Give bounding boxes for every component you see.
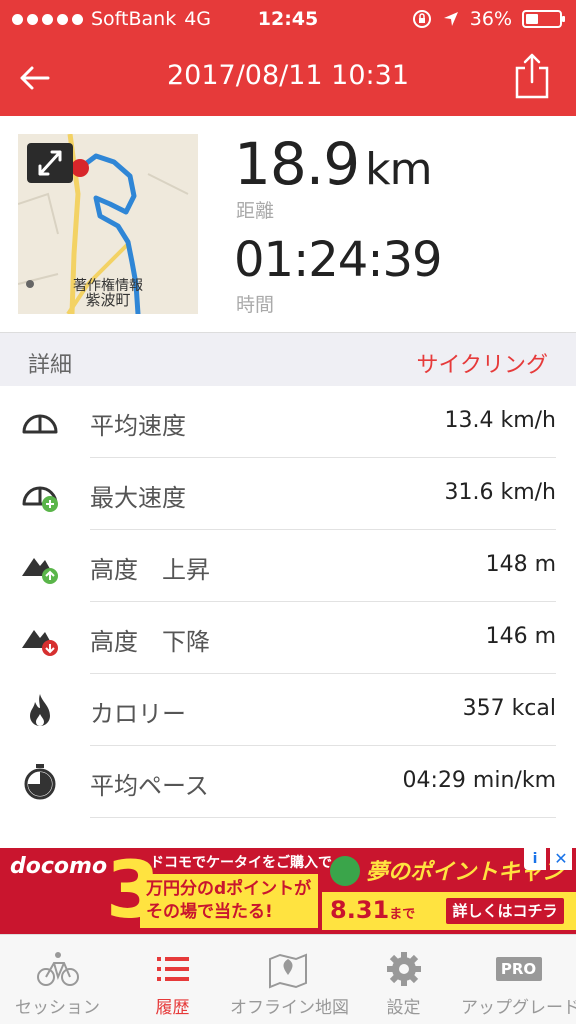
detail-label: 高度 下降	[90, 628, 210, 656]
ad-banner[interactable]: docomo 3 ドコモでケータイをご購入で 万円分のdポイントが その場で当た…	[0, 848, 576, 934]
detail-value: 13.4 km/h	[444, 408, 556, 433]
detail-row-calories: カロリー 357 kcal	[0, 674, 576, 746]
stopwatch-icon	[24, 764, 56, 800]
detail-list[interactable]: 平均速度 13.4 km/h 最大速度 31.6 km/h 高度 上昇 148 …	[0, 386, 576, 848]
tab-session[interactable]: セッション	[0, 935, 115, 1024]
expand-icon	[38, 150, 62, 176]
route-map[interactable]: 著作権情報 紫波町	[18, 134, 198, 314]
speedometer-icon	[22, 414, 58, 434]
map-place-label: 紫波町	[85, 291, 131, 309]
time-label: 時間	[236, 294, 275, 316]
tab-bar: セッション 履歴 オフライン地図 設定 PRO アップグレード	[0, 934, 576, 1024]
ad-offer-line1: 万円分のdポイントが	[146, 879, 312, 899]
list-icon	[156, 957, 189, 981]
nav-bar: 2017/08/11 10:31	[0, 40, 576, 116]
tab-history[interactable]: 履歴	[115, 935, 230, 1024]
ad-info-icon[interactable]: i	[524, 848, 546, 870]
map-pin-icon	[269, 953, 307, 989]
pro-badge-icon: PRO	[495, 957, 542, 981]
detail-label: 平均速度	[90, 412, 186, 440]
battery-percent: 36%	[469, 8, 512, 30]
detail-value: 04:29 min/km	[402, 768, 556, 793]
detail-header: 詳細 サイクリング	[0, 332, 576, 386]
detail-label: 高度 上昇	[90, 556, 210, 584]
tab-label: 履歴	[155, 998, 190, 1018]
ad-close-icon[interactable]: ✕	[550, 848, 572, 870]
mountain-up-icon	[22, 558, 58, 584]
tab-label: アップグレード	[461, 998, 576, 1018]
detail-value: 31.6 km/h	[444, 480, 556, 505]
ad-badge-icon	[330, 856, 360, 886]
ad-offer-box: 万円分のdポイントが その場で当たる!	[140, 874, 318, 928]
distance-value: 18.9	[234, 130, 360, 198]
flame-icon	[30, 694, 50, 726]
detail-value: 146 m	[485, 624, 556, 649]
detail-row-elevation-gain: 高度 上昇 148 m	[0, 530, 576, 602]
gear-icon	[386, 952, 421, 986]
map-attribution: 著作権情報 紫波町	[18, 279, 198, 309]
detail-row-max-speed: 最大速度 31.6 km/h	[0, 458, 576, 530]
activity-type-button[interactable]: サイクリング	[416, 347, 548, 379]
detail-row-average-speed: 平均速度 13.4 km/h	[0, 386, 576, 458]
status-right: 36%	[412, 8, 565, 30]
expand-map-button[interactable]	[27, 143, 73, 183]
tab-upgrade[interactable]: PRO アップグレード	[461, 935, 576, 1024]
detail-value: 148 m	[485, 552, 556, 577]
battery-fill	[526, 14, 538, 24]
ad-headline: ドコモでケータイをご購入で	[150, 855, 332, 871]
detail-label: カロリー	[90, 700, 186, 728]
mountain-down-icon	[22, 630, 58, 656]
rotation-lock-icon	[412, 10, 431, 28]
distance-display: 18.9 km	[234, 130, 432, 198]
battery-icon	[522, 10, 565, 28]
tab-offline-map[interactable]: オフライン地図	[230, 935, 349, 1024]
detail-title: 詳細	[28, 353, 73, 378]
status-bar: SoftBank 4G 12:45 36%	[0, 0, 576, 40]
tab-settings[interactable]: 設定	[346, 935, 461, 1024]
tab-label: オフライン地図	[230, 998, 349, 1018]
detail-label: 平均ペース	[90, 772, 209, 800]
ad-brand: docomo	[10, 854, 108, 879]
time-value: 01:24:39	[234, 232, 443, 288]
ad-offer-line2: その場で当たる!	[146, 902, 273, 922]
ad-cta-button[interactable]: 詳しくはコチラ	[446, 898, 564, 924]
ad-date-suffix: まで	[389, 907, 416, 922]
tab-label: 設定	[386, 998, 421, 1018]
ad-date-value: 8.31	[330, 896, 390, 924]
detail-value: 357 kcal	[462, 696, 556, 721]
session-datetime-title: 2017/08/11 10:31	[166, 60, 409, 91]
detail-row-average-pace: 平均ペース 04:29 min/km	[0, 746, 576, 818]
tab-label: セッション	[15, 998, 100, 1018]
row-divider	[90, 817, 556, 818]
detail-label: 最大速度	[90, 484, 186, 512]
distance-unit: km	[365, 144, 432, 195]
location-icon	[443, 12, 458, 26]
detail-row-elevation-loss: 高度 下降 146 m	[0, 602, 576, 674]
route-start-marker	[71, 159, 89, 177]
share-icon[interactable]	[512, 52, 552, 100]
speedometer-plus-icon	[22, 486, 58, 512]
session-summary: 著作権情報 紫波町 18.9 km 距離 01:24:39 時間	[0, 116, 576, 332]
ad-date: 8.31まで	[330, 896, 415, 924]
distance-label: 距離	[236, 200, 275, 222]
bicycle-icon	[36, 952, 79, 986]
